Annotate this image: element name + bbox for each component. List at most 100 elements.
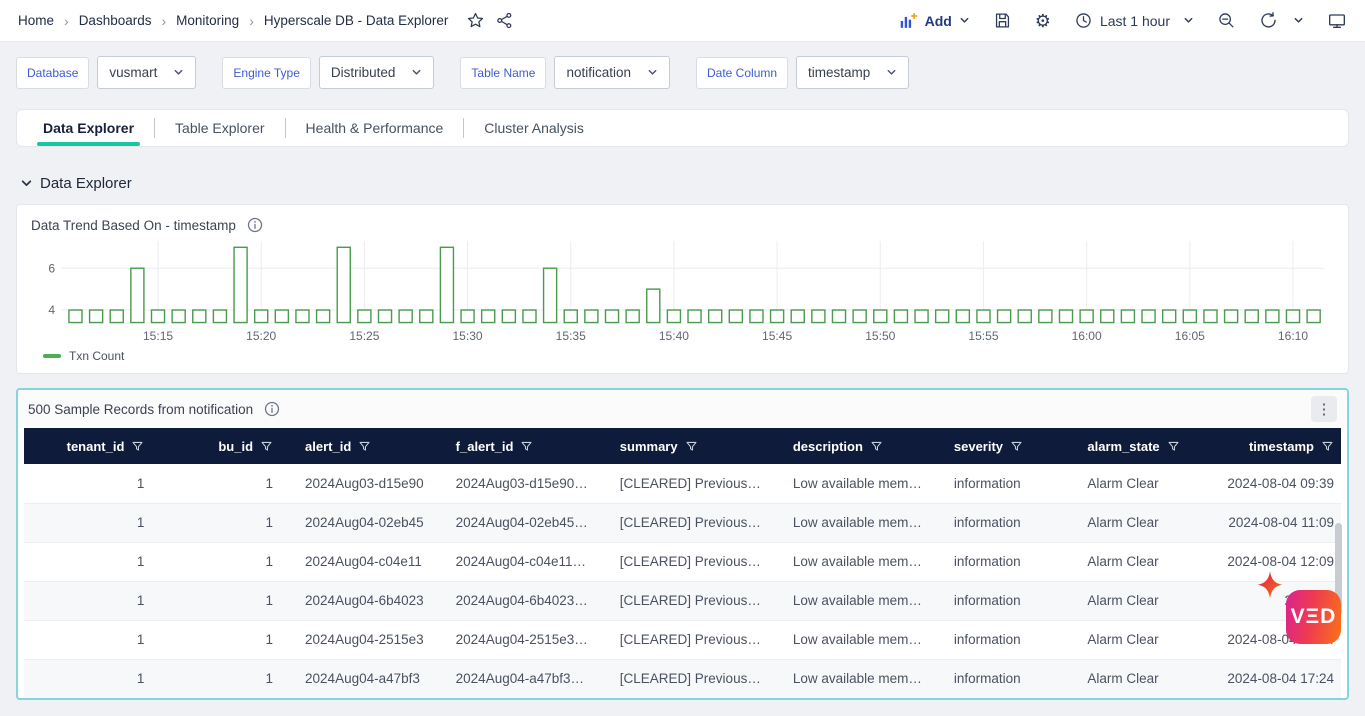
refresh-icon[interactable]: [1259, 11, 1278, 30]
tab-data-explorer[interactable]: Data Explorer: [27, 110, 150, 146]
save-icon[interactable]: [993, 11, 1012, 30]
chart-bar[interactable]: [1080, 310, 1093, 323]
breadcrumb-item-home[interactable]: Home: [18, 13, 54, 28]
column-header-alarm-state[interactable]: alarm_state: [1071, 428, 1211, 464]
chart-bar[interactable]: [337, 247, 350, 322]
chart-bar[interactable]: [1142, 310, 1155, 323]
chart-bar[interactable]: [791, 310, 804, 323]
chart-bar[interactable]: [544, 268, 557, 322]
chart-bar[interactable]: [605, 310, 618, 323]
column-header-bu-id[interactable]: bu_id: [160, 428, 289, 464]
breadcrumb-item-monitoring[interactable]: Monitoring: [176, 13, 239, 28]
chart-bar[interactable]: [1245, 310, 1258, 323]
chart-bar[interactable]: [832, 310, 845, 323]
column-header-f-alert-id[interactable]: f_alert_id: [440, 428, 604, 464]
chart-bar[interactable]: [1286, 310, 1299, 323]
chart-bar[interactable]: [1307, 310, 1320, 323]
chart-bar[interactable]: [874, 310, 887, 323]
breadcrumb-item-dashboards[interactable]: Dashboards: [79, 13, 152, 28]
tab-health-performance[interactable]: Health & Performance: [290, 110, 460, 146]
filter-funnel-icon[interactable]: [1321, 440, 1334, 453]
chart-bar[interactable]: [399, 310, 412, 323]
chart-bar[interactable]: [688, 310, 701, 323]
chart-bar[interactable]: [110, 310, 123, 323]
chart-bar[interactable]: [90, 310, 103, 323]
chart-bar[interactable]: [151, 310, 164, 323]
chart-bar[interactable]: [255, 310, 268, 323]
chart-bar[interactable]: [69, 310, 82, 323]
chart-bar[interactable]: [358, 310, 371, 323]
section-toggle-data-explorer[interactable]: Data Explorer: [20, 175, 1349, 192]
chart-bar[interactable]: [193, 310, 206, 323]
chart-bar[interactable]: [213, 310, 226, 323]
chart-bar[interactable]: [667, 310, 680, 323]
refresh-interval-chevron-icon[interactable]: [1293, 15, 1304, 26]
chart-bar[interactable]: [523, 310, 536, 323]
info-icon[interactable]: [247, 217, 263, 233]
chart-bar[interactable]: [234, 247, 247, 322]
chart-bar[interactable]: [1039, 310, 1052, 323]
filter-dropdown-table-name[interactable]: notification: [554, 56, 670, 89]
chart-bar[interactable]: [771, 310, 784, 323]
chart-bar[interactable]: [998, 310, 1011, 323]
column-header-timestamp[interactable]: timestamp: [1211, 428, 1341, 464]
column-header-tenant-id[interactable]: tenant_id: [24, 428, 160, 464]
filter-dropdown-date-column[interactable]: timestamp: [796, 56, 909, 89]
chart-bar[interactable]: [378, 310, 391, 323]
time-range-selector[interactable]: Last 1 hour: [1074, 11, 1194, 30]
monitor-icon[interactable]: [1327, 11, 1347, 31]
txn-count-bar-chart[interactable]: 4615:1515:2015:2515:3015:3515:4015:4515:…: [31, 239, 1334, 347]
chart-bar[interactable]: [977, 310, 990, 323]
chart-bar[interactable]: [1121, 310, 1134, 323]
chart-bar[interactable]: [709, 310, 722, 323]
chart-bar[interactable]: [585, 310, 598, 323]
column-header-alert-id[interactable]: alert_id: [289, 428, 440, 464]
chart-bar[interactable]: [1225, 310, 1238, 323]
chart-bar[interactable]: [853, 310, 866, 323]
add-panel-button[interactable]: Add: [898, 11, 970, 31]
kebab-menu-icon[interactable]: ⋮: [1311, 396, 1337, 422]
gear-icon[interactable]: ⚙: [1035, 12, 1051, 30]
column-header-description[interactable]: description: [777, 428, 938, 464]
chart-bar[interactable]: [1204, 310, 1217, 323]
chart-bar[interactable]: [564, 310, 577, 323]
chart-bar[interactable]: [647, 289, 660, 322]
filter-funnel-icon[interactable]: [520, 440, 533, 453]
favorite-star-icon[interactable]: [466, 11, 485, 30]
chart-bar[interactable]: [894, 310, 907, 323]
chart-bar[interactable]: [936, 310, 949, 323]
filter-funnel-icon[interactable]: [131, 440, 144, 453]
zoom-out-icon[interactable]: [1217, 11, 1236, 30]
chart-bar[interactable]: [296, 310, 309, 323]
info-icon[interactable]: [264, 401, 280, 417]
filter-funnel-icon[interactable]: [870, 440, 883, 453]
chart-bar[interactable]: [420, 310, 433, 323]
chart-bar[interactable]: [626, 310, 639, 323]
chart-bar[interactable]: [317, 310, 330, 323]
chart-bar[interactable]: [1018, 310, 1031, 323]
chart-bar[interactable]: [729, 310, 742, 323]
column-header-severity[interactable]: severity: [938, 428, 1072, 464]
chart-legend-txn-count[interactable]: Txn Count: [43, 349, 1334, 363]
filter-funnel-icon[interactable]: [260, 440, 273, 453]
chart-bar[interactable]: [956, 310, 969, 323]
chart-bar[interactable]: [1183, 310, 1196, 323]
filter-dropdown-database[interactable]: vusmart: [97, 56, 196, 89]
chart-bar[interactable]: [915, 310, 928, 323]
filter-dropdown-engine-type[interactable]: Distributed: [319, 56, 435, 89]
tab-cluster-analysis[interactable]: Cluster Analysis: [468, 110, 600, 146]
chart-bar[interactable]: [131, 268, 144, 322]
chart-bar[interactable]: [1163, 310, 1176, 323]
filter-funnel-icon[interactable]: [1167, 440, 1180, 453]
chart-bar[interactable]: [1059, 310, 1072, 323]
chart-bar[interactable]: [482, 310, 495, 323]
chart-bar[interactable]: [1101, 310, 1114, 323]
tab-table-explorer[interactable]: Table Explorer: [159, 110, 281, 146]
chart-bar[interactable]: [750, 310, 763, 323]
chart-bar[interactable]: [440, 247, 453, 322]
chart-bar[interactable]: [172, 310, 185, 323]
chart-bar[interactable]: [1266, 310, 1279, 323]
share-icon[interactable]: [495, 11, 514, 30]
column-header-summary[interactable]: summary: [604, 428, 777, 464]
filter-funnel-icon[interactable]: [685, 440, 698, 453]
